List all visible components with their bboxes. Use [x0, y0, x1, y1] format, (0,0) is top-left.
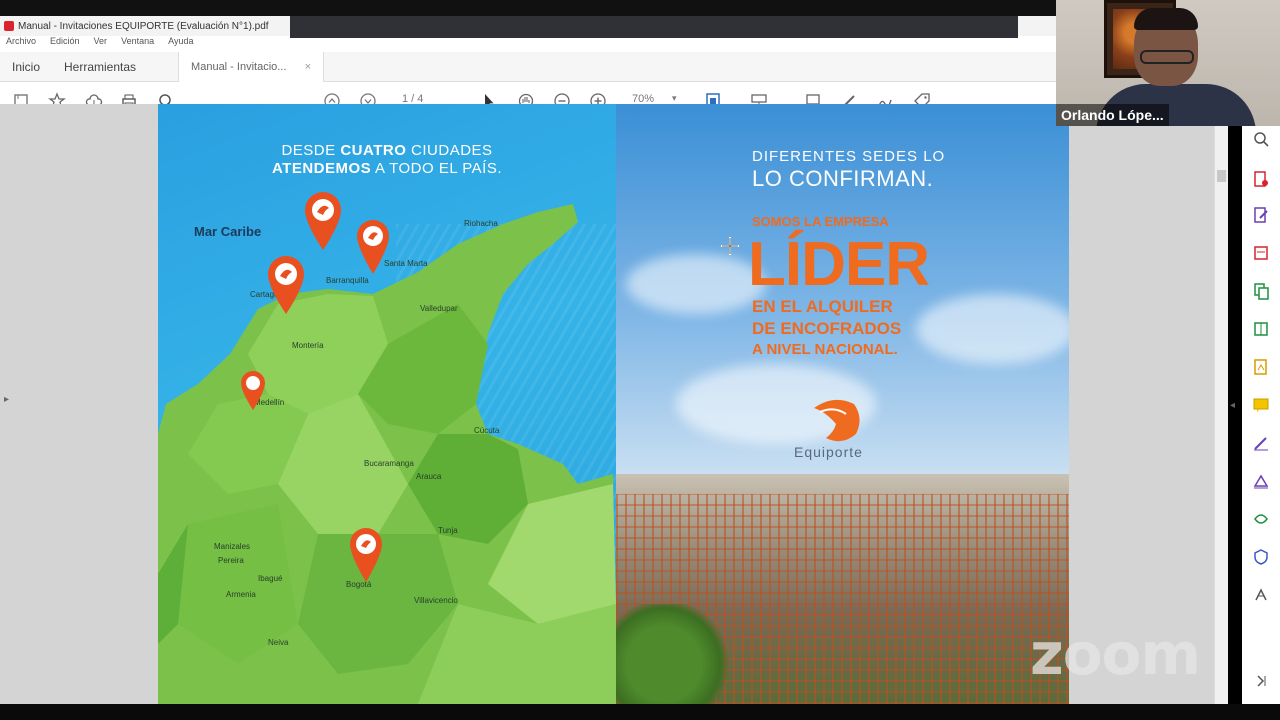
- page-map: DESDE CUATRO CIUDADES ATENDEMOS A TODO E…: [158, 104, 616, 704]
- map-title-line-2: ATENDEMOS A TODO EL PAÍS.: [158, 160, 616, 177]
- close-tab-icon[interactable]: ×: [305, 61, 311, 73]
- document-area[interactable]: ▸ DESDE CUATRO CIUDADES ATENDEMOS A TODO…: [0, 104, 1214, 704]
- crosshair-cursor-icon: [721, 237, 739, 255]
- tagline-sub-2: DE ENCOFRADOS: [752, 319, 902, 338]
- title-bar-overlay: [290, 16, 1018, 38]
- city-ibague: Ibagué: [258, 574, 283, 583]
- bottom-strip: [0, 704, 1280, 720]
- protect-icon[interactable]: [1252, 548, 1270, 566]
- cloud: [626, 254, 766, 314]
- fill-sign-icon[interactable]: [1252, 358, 1270, 376]
- title-suffix: CIUDADES: [411, 142, 493, 159]
- headline-line-2: LO CONFIRMAN.: [752, 166, 934, 191]
- equiporte-logo-icon: [814, 399, 860, 442]
- city-arauca: Arauca: [416, 472, 442, 481]
- menu-bar: Archivo Edición Ver Ventana Ayuda: [0, 36, 193, 50]
- menu-window[interactable]: Ventana: [121, 36, 154, 50]
- acrobat-icon: [4, 21, 14, 31]
- map-title-line-1: DESDE CUATRO CIUDADES: [158, 142, 616, 159]
- city-manizales: Manizales: [214, 542, 251, 551]
- search-tools-icon[interactable]: [1252, 130, 1270, 148]
- vertical-scrollbar[interactable]: [1214, 104, 1228, 704]
- city-bucaramanga: Bucaramanga: [364, 459, 414, 468]
- organize-pages-icon[interactable]: [1252, 320, 1270, 338]
- location-pin-icon: [357, 220, 389, 274]
- tagline-somos: SOMOS LA EMPRESA: [752, 214, 889, 229]
- menu-view[interactable]: Ver: [94, 36, 108, 50]
- tagline-sub-3: A NIVEL NACIONAL.: [752, 341, 898, 358]
- title-prefix: DESDE: [281, 142, 336, 159]
- cloud: [916, 294, 1069, 364]
- city-pereira: Pereira: [218, 556, 244, 565]
- participant-name: Orlando Lópe...: [1056, 104, 1169, 126]
- brand-name: Equiporte: [794, 444, 863, 460]
- trees: [616, 604, 736, 704]
- participant-video[interactable]: Orlando Lópe...: [1056, 0, 1280, 126]
- top-strip: [0, 0, 1056, 16]
- tab-bar: Inicio Herramientas Manual - Invitacio..…: [0, 51, 1056, 82]
- send-track-icon[interactable]: [1252, 510, 1270, 528]
- sea-label: Mar Caribe: [194, 224, 262, 239]
- tools-panel: [1242, 126, 1280, 704]
- export-pdf-icon[interactable]: [1252, 170, 1270, 188]
- city-monteria: Montería: [292, 341, 324, 350]
- menu-edit[interactable]: Edición: [50, 36, 80, 50]
- tagline-lider: LÍDER: [748, 230, 930, 299]
- tab-document-label: Manual - Invitacio...: [191, 60, 287, 73]
- expand-panel-icon[interactable]: [1252, 672, 1270, 690]
- fill-sign-pen-icon[interactable]: [1252, 434, 1270, 452]
- city-villavicencio: Villavicencio: [414, 596, 458, 605]
- headline-line-1: DIFERENTES SEDES LO: [752, 148, 946, 165]
- city-cucuta: Cúcuta: [474, 426, 500, 435]
- edit-pdf-icon[interactable]: [1252, 206, 1270, 224]
- title-bold-word: CUATRO: [340, 142, 407, 159]
- location-pin-icon: [268, 256, 304, 314]
- scrollbar-thumb[interactable]: [1217, 170, 1226, 182]
- create-pdf-icon[interactable]: [1252, 244, 1270, 262]
- city-tunja: Tunja: [438, 526, 458, 535]
- location-pin-icon: [241, 371, 265, 410]
- city-armenia: Armenia: [226, 590, 256, 599]
- tab-document[interactable]: Manual - Invitacio... ×: [178, 51, 325, 82]
- title-line2-bold: ATENDEMOS: [271, 160, 372, 177]
- city-valledupar: Valledupar: [420, 304, 458, 313]
- tagline-sub-1: EN EL ALQUILER: [752, 297, 893, 316]
- location-pin-icon: [350, 528, 382, 582]
- participant-glasses: [1140, 50, 1194, 64]
- zoom-watermark-logo: zoom: [1030, 620, 1201, 688]
- city-riohacha: Riohacha: [464, 219, 498, 228]
- comment-tool-icon[interactable]: [1252, 396, 1270, 414]
- page-leader: DIFERENTES SEDES LO LO CONFIRMAN. SOMOS …: [616, 104, 1069, 704]
- collapse-panel-icon[interactable]: ◂: [1230, 400, 1235, 411]
- window-title: Manual - Invitaciones EQUIPORTE (Evaluac…: [18, 20, 269, 32]
- city-neiva: Neiva: [268, 638, 289, 647]
- tab-home[interactable]: Inicio: [0, 52, 52, 82]
- screen: Manual - Invitaciones EQUIPORTE (Evaluac…: [0, 0, 1280, 720]
- tab-tools[interactable]: Herramientas: [52, 52, 148, 82]
- colombia-map: [158, 204, 616, 704]
- pin-spacer: [304, 206, 305, 207]
- title-bar: Manual - Invitaciones EQUIPORTE (Evaluac…: [0, 16, 1056, 38]
- more-tools-icon[interactable]: [1252, 586, 1270, 604]
- participant-hair: [1134, 8, 1198, 30]
- menu-help[interactable]: Ayuda: [168, 36, 193, 50]
- send-for-signature-icon[interactable]: [1252, 472, 1270, 490]
- combine-files-icon[interactable]: [1252, 282, 1270, 300]
- left-panel-toggle-icon[interactable]: ▸: [4, 394, 9, 405]
- zoom-dropdown-chevron-icon[interactable]: ▾: [672, 93, 677, 104]
- title-line2-suffix: A TODO EL PAÍS.: [375, 160, 503, 177]
- location-pin-icon: [305, 192, 341, 250]
- menu-file[interactable]: Archivo: [6, 36, 36, 50]
